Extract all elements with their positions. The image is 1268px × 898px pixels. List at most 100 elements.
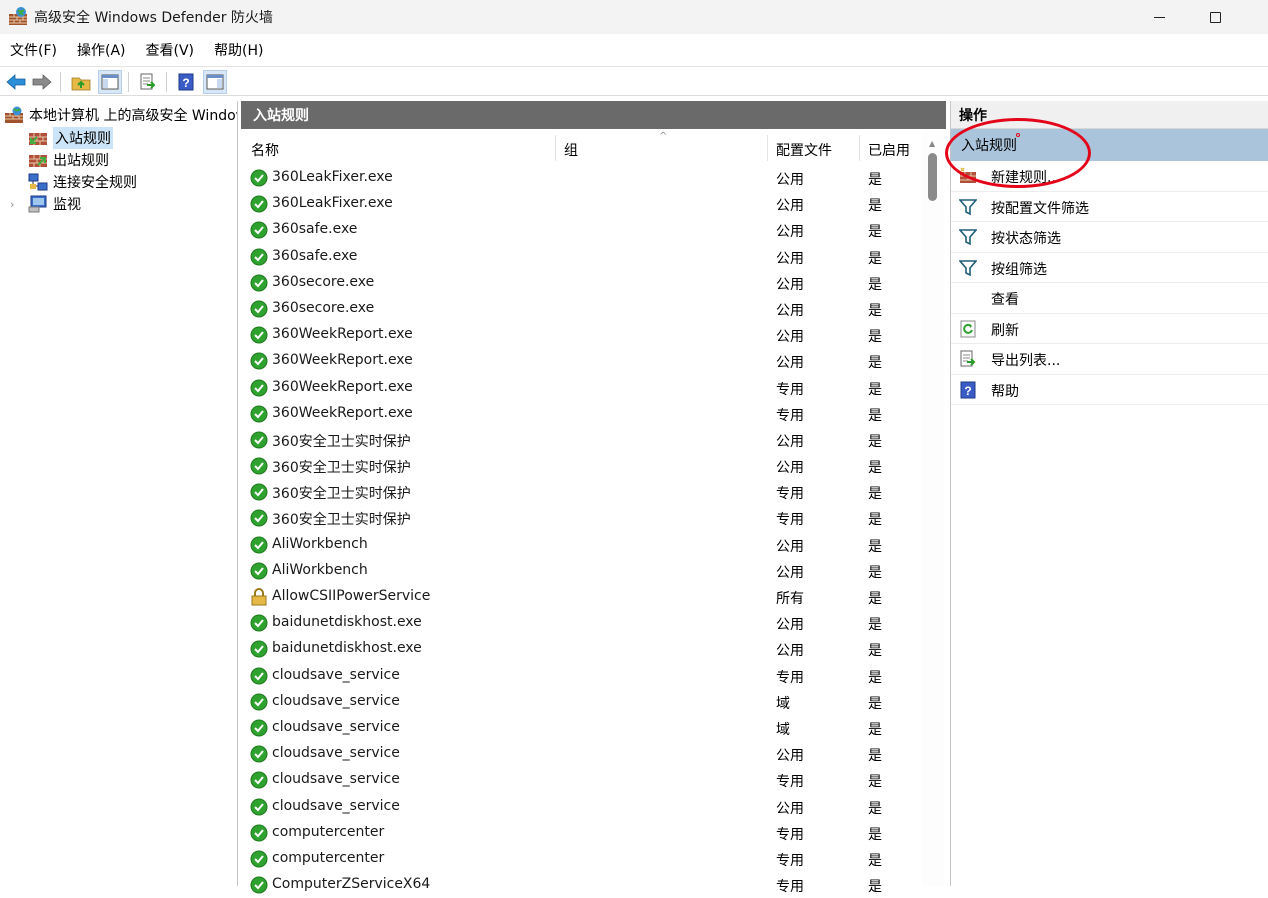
rule-enabled: 是 [868, 407, 882, 424]
column-divider[interactable] [555, 135, 556, 161]
tree-root[interactable]: 本地计算机 上的高级安全 Windows Defender 防火墙 [4, 104, 237, 126]
table-row[interactable]: cloudsave_service 专用 是 [241, 767, 921, 793]
table-row[interactable]: 360LeakFixer.exe 公用 是 [241, 191, 921, 217]
minimize-button[interactable] [1136, 0, 1182, 34]
column-divider[interactable] [767, 135, 768, 161]
rule-profile: 公用 [776, 250, 804, 267]
table-row[interactable]: cloudsave_service 域 是 [241, 715, 921, 741]
table-row[interactable]: AliWorkbench 公用 是 [241, 558, 921, 584]
column-header-enabled[interactable]: 已启用 [868, 140, 910, 160]
table-row[interactable]: 360WeekReport.exe 公用 是 [241, 322, 921, 348]
outbound-rules-icon [29, 155, 47, 167]
rule-profile: 专用 [776, 381, 804, 398]
table-row[interactable]: AllowCSIIPowerService 所有 是 [241, 584, 921, 610]
table-row[interactable]: AliWorkbench 公用 是 [241, 532, 921, 558]
table-row[interactable]: 360safe.exe 公用 是 [241, 244, 921, 270]
help-button[interactable]: ? [174, 70, 198, 94]
table-row[interactable]: 360secore.exe 公用 是 [241, 296, 921, 322]
forward-button[interactable] [30, 70, 54, 94]
vertical-scrollbar[interactable]: ▲ [922, 133, 944, 886]
table-row[interactable]: 360WeekReport.exe 专用 是 [241, 375, 921, 401]
tree-root-label: 本地计算机 上的高级安全 Windows Defender 防火墙 [29, 108, 237, 124]
tree-item-outbound-rules[interactable]: 出站规则 [28, 149, 109, 171]
export-list-button[interactable] [136, 70, 160, 94]
expand-chevron-icon[interactable]: › [10, 198, 14, 211]
table-row[interactable]: 360安全卫士实时保护 公用 是 [241, 427, 921, 453]
allow-check-icon [250, 169, 268, 187]
rule-profile: 公用 [776, 617, 804, 634]
table-row[interactable]: cloudsave_service 公用 是 [241, 741, 921, 767]
action-filter-by-group[interactable]: 按组筛选 [951, 253, 1268, 283]
maximize-button[interactable] [1192, 0, 1238, 34]
rule-enabled: 是 [868, 774, 882, 791]
table-row[interactable]: computercenter 专用 是 [241, 846, 921, 872]
action-help[interactable]: ? 帮助 [951, 375, 1268, 405]
rule-profile: 公用 [776, 224, 804, 241]
panel-header: 入站规则 [241, 101, 946, 129]
rule-name: computercenter [272, 823, 385, 840]
rule-profile: 公用 [776, 172, 804, 188]
annotation-circle [945, 118, 1091, 188]
table-row[interactable]: 360safe.exe 公用 是 [241, 217, 921, 243]
rule-enabled: 是 [868, 433, 882, 450]
rule-enabled: 是 [868, 826, 882, 843]
rule-name: ComputerZServiceX64 [272, 876, 431, 893]
menu-file[interactable]: 文件(F) [10, 40, 57, 60]
table-row[interactable]: 360安全卫士实时保护 专用 是 [241, 479, 921, 505]
menu-help[interactable]: 帮助(H) [214, 40, 263, 60]
table-row[interactable]: 360安全卫士实时保护 公用 是 [241, 453, 921, 479]
rule-enabled: 是 [868, 643, 882, 660]
table-row[interactable]: cloudsave_service 专用 是 [241, 663, 921, 689]
tree-item-inbound-rules[interactable]: 入站规则 [28, 127, 113, 149]
rule-enabled: 是 [868, 852, 882, 869]
rule-name: 360secore.exe [272, 273, 375, 290]
firewall-icon [9, 7, 27, 25]
allow-check-icon [250, 667, 268, 685]
rule-name: 360WeekReport.exe [272, 404, 413, 421]
table-row[interactable]: 360LeakFixer.exe 公用 是 [241, 165, 921, 191]
table-row[interactable]: 360WeekReport.exe 公用 是 [241, 348, 921, 374]
column-header-name[interactable]: 名称 [251, 140, 279, 160]
allow-check-icon [250, 379, 268, 397]
tree-item-connection-security-rules[interactable]: 连接安全规则 [28, 171, 137, 193]
table-row[interactable]: 360WeekReport.exe 专用 是 [241, 401, 921, 427]
up-button[interactable] [69, 70, 93, 94]
tree-item-monitoring[interactable]: 监视 [28, 193, 81, 215]
scroll-up-arrow-icon[interactable]: ▲ [929, 139, 935, 148]
back-button[interactable] [4, 70, 28, 94]
rule-profile: 专用 [776, 407, 804, 424]
show-hide-action-pane-button[interactable] [203, 70, 227, 94]
table-row[interactable]: baidunetdiskhost.exe 公用 是 [241, 636, 921, 662]
table-row[interactable]: cloudsave_service 公用 是 [241, 794, 921, 820]
action-refresh[interactable]: 刷新 [951, 314, 1268, 344]
column-header-group[interactable]: 组 [564, 140, 578, 160]
rule-enabled: 是 [868, 512, 882, 529]
table-row[interactable]: computercenter 专用 是 [241, 820, 921, 846]
table-row[interactable]: ComputerZServiceX64 专用 是 [241, 872, 921, 898]
rule-name: cloudsave_service [272, 718, 400, 735]
table-row[interactable]: cloudsave_service 域 是 [241, 689, 921, 715]
forward-arrow-icon [32, 74, 52, 90]
action-filter-by-state[interactable]: 按状态筛选 [951, 222, 1268, 253]
column-header-profile[interactable]: 配置文件 [776, 140, 832, 160]
rules-panel: 入站规则 名称 组 ^ 配置文件 已启用 360LeakFixer.exe 公用是… [241, 101, 946, 895]
scrollbar-thumb[interactable] [928, 153, 937, 201]
table-row[interactable]: 360安全卫士实时保护 专用 是 [241, 505, 921, 531]
table-row[interactable]: baidunetdiskhost.exe 公用 是 [241, 610, 921, 636]
allow-check-icon [250, 457, 268, 475]
toolbar-separator [60, 72, 61, 92]
column-divider[interactable] [859, 135, 860, 161]
action-view[interactable]: 查看 [951, 283, 1268, 314]
allow-check-icon [250, 431, 268, 449]
allow-check-icon [250, 248, 268, 266]
menu-action[interactable]: 操作(A) [77, 40, 126, 60]
table-row[interactable]: 360secore.exe 公用 是 [241, 270, 921, 296]
show-hide-tree-button[interactable] [98, 70, 122, 94]
action-filter-by-profile[interactable]: 按配置文件筛选 [951, 192, 1268, 222]
action-export-list[interactable]: 导出列表... [951, 344, 1268, 375]
action-label: 按配置文件筛选 [991, 200, 1089, 217]
allow-check-icon [250, 614, 268, 632]
menu-view[interactable]: 查看(V) [146, 40, 195, 60]
rule-name: baidunetdiskhost.exe [272, 640, 422, 657]
action-label: 帮助 [991, 383, 1019, 400]
